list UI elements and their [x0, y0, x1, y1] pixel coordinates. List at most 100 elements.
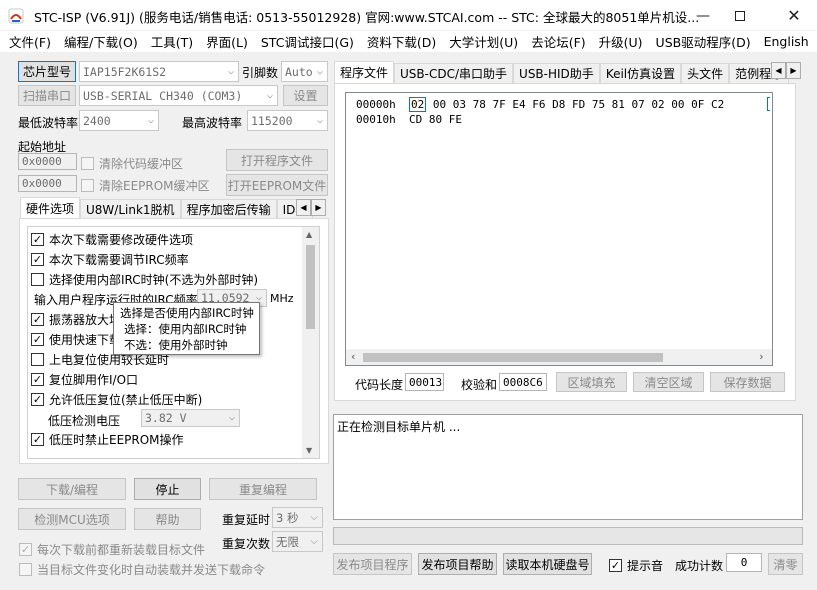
- fill-area-button[interactable]: 区域填充: [556, 372, 627, 392]
- tab-keil-sim[interactable]: Keil仿真设置: [599, 63, 682, 83]
- stop-button[interactable]: 停止: [134, 478, 201, 500]
- code-start-address-field[interactable]: 0x0000: [18, 153, 77, 170]
- clear-eeprom-buffer-checkbox[interactable]: 清除EEPROM缓冲区: [81, 177, 210, 194]
- option-internal-irc[interactable]: 选择使用内部IRC时钟(不选为外部时钟): [31, 271, 258, 288]
- low-voltage-select[interactable]: 3.82 V ⌵: [141, 409, 240, 427]
- progress-bar: [333, 527, 803, 545]
- reload-before-download-label: 每次下载前都重新装载目标文件: [37, 543, 206, 557]
- option-low-voltage-reset[interactable]: 允许低压复位(禁止低压中断): [31, 391, 202, 408]
- hex-horizontal-scrollbar[interactable]: ‹ ›: [346, 349, 772, 365]
- clear-count-button[interactable]: 清零: [768, 553, 803, 575]
- open-eeprom-file-button[interactable]: 打开EEPROM文件: [226, 174, 328, 196]
- com-port-select[interactable]: USB-SERIAL CH340 (COM3) ⌵: [79, 85, 278, 106]
- publish-help-button[interactable]: 发布项目帮助: [418, 553, 497, 575]
- menu-file[interactable]: 文件(F): [9, 32, 51, 51]
- tooltip-line-1: 选择是否使用内部IRC时钟: [120, 306, 254, 320]
- hex-row-0: 00000h 02 00 03 78 7F E4 F6 D8 FD 75 81 …: [356, 97, 724, 112]
- sound-prompt-checkbox[interactable]: 提示音: [609, 557, 663, 574]
- tab-scroll-right-button[interactable]: ▶: [311, 199, 326, 216]
- chip-model-select[interactable]: IAP15F2K61S2 ⌵: [79, 61, 239, 82]
- scroll-down-icon: ▼: [306, 446, 313, 455]
- max-baud-value: 115200: [251, 113, 293, 128]
- option-lv-disable-eeprom[interactable]: 低压时禁止EEPROM操作: [31, 431, 184, 448]
- option-label: 本次下载需要修改硬件选项: [49, 233, 194, 247]
- pins-value: Auto: [285, 64, 313, 79]
- pins-select[interactable]: Auto ⌵: [281, 61, 328, 82]
- clear-code-buffer-checkbox[interactable]: 清除代码缓冲区: [81, 155, 183, 172]
- chevron-down-icon: ⌵: [147, 114, 154, 126]
- repeat-program-button[interactable]: 重复编程: [209, 478, 317, 500]
- read-disk-id-button[interactable]: 读取本机硬盘号: [503, 553, 592, 575]
- options-scrollbar[interactable]: ▲ ▼: [302, 227, 319, 458]
- min-baud-select[interactable]: 2400 ⌵: [79, 110, 159, 131]
- checkbox-box: [31, 253, 44, 266]
- menu-upgrade[interactable]: 升级(U): [599, 32, 643, 51]
- reload-before-download-checkbox[interactable]: 每次下载前都重新装载目标文件: [19, 541, 205, 558]
- eeprom-start-address-field[interactable]: 0x0000: [18, 175, 77, 192]
- status-log[interactable]: 正在检测目标单片机 ...: [333, 414, 803, 520]
- triangle-right-icon: ▶: [315, 203, 322, 212]
- checkbox-box: [81, 179, 94, 192]
- max-baud-select[interactable]: 115200 ⌵: [247, 110, 328, 131]
- close-button[interactable]: ✕: [771, 0, 817, 31]
- chevron-down-icon: ⌵: [310, 535, 318, 547]
- checkbox-box: [19, 563, 32, 576]
- open-program-file-button[interactable]: 打开程序文件: [226, 149, 328, 171]
- option-adjust-irc[interactable]: 本次下载需要调节IRC频率: [31, 251, 189, 268]
- auto-reload-send-label: 当目标文件变化时自动装载并发送下载命令: [37, 563, 266, 577]
- triangle-right-icon: ▶: [790, 66, 797, 75]
- option-reset-pin-io[interactable]: 复位脚用作I/O口: [31, 371, 138, 388]
- help-button[interactable]: 帮助: [134, 508, 201, 530]
- option-label: 本次下载需要调节IRC频率: [49, 253, 189, 267]
- menu-program-download[interactable]: 编程/下载(O): [64, 32, 138, 51]
- scrollbar-thumb[interactable]: [306, 245, 315, 329]
- repeat-count-value: 无限: [276, 534, 299, 549]
- hex-editor[interactable]: 00000h 02 00 03 78 7F E4 F6 D8 FD 75 81 …: [345, 92, 773, 366]
- repeat-count-label: 重复次数: [222, 537, 271, 551]
- download-program-button[interactable]: 下载/编程: [18, 478, 126, 500]
- scroll-right-icon: ›: [758, 350, 765, 363]
- detect-mcu-options-button[interactable]: 检测MCU选项: [18, 508, 126, 530]
- settings-button[interactable]: 设置: [283, 85, 328, 106]
- triangle-left-icon: ◀: [775, 66, 782, 75]
- option-modify-hardware[interactable]: 本次下载需要修改硬件选项: [31, 231, 193, 248]
- checkbox-box: [31, 333, 44, 346]
- right-tab-scroll-right-button[interactable]: ▶: [786, 62, 801, 79]
- tab-usb-hid[interactable]: USB-HID助手: [513, 63, 600, 83]
- tab-scroll-left-button[interactable]: ◀: [296, 199, 311, 216]
- hex-scrollbar-thumb[interactable]: [363, 353, 663, 362]
- tab-scroll: ◀ ▶: [296, 199, 326, 216]
- hex-bytes: CD 80 FE: [409, 113, 462, 126]
- menu-interface[interactable]: 界面(L): [206, 32, 248, 51]
- tab-u8w-offline[interactable]: U8W/Link1脱机: [80, 199, 181, 219]
- right-tab-scroll-left-button[interactable]: ◀: [771, 62, 786, 79]
- maximize-button[interactable]: [717, 0, 763, 31]
- menu-forum[interactable]: 去论坛(F): [531, 32, 585, 51]
- success-count-field: 0: [726, 553, 762, 572]
- menu-university[interactable]: 大学计划(U): [449, 32, 518, 51]
- tab-encrypted-transfer[interactable]: 程序加密后传输: [180, 199, 277, 219]
- repeat-count-select[interactable]: 无限 ⌵: [272, 531, 323, 552]
- chip-model-button[interactable]: 芯片型号: [18, 61, 76, 82]
- checkbox-box: [31, 433, 44, 446]
- status-log-text: 正在检测目标单片机 ...: [337, 420, 461, 434]
- repeat-delay-select[interactable]: 3 秒 ⌵: [272, 507, 323, 528]
- menu-tools[interactable]: 工具(T): [151, 32, 193, 51]
- scan-port-button[interactable]: 扫描串口: [18, 85, 76, 106]
- menu-usb-driver[interactable]: USB驱动程序(D): [656, 32, 751, 51]
- menu-downloads[interactable]: 资料下载(D): [367, 32, 436, 51]
- auto-reload-send-checkbox[interactable]: 当目标文件变化时自动装载并发送下载命令: [19, 561, 265, 578]
- chevron-down-icon: ⌵: [316, 65, 323, 77]
- save-data-button[interactable]: 保存数据: [710, 372, 785, 392]
- menu-english[interactable]: English: [764, 34, 809, 49]
- hex-cursor-byte[interactable]: 02: [409, 97, 427, 112]
- clear-area-button[interactable]: 清空区域: [633, 372, 704, 392]
- tab-hardware-options[interactable]: 硬件选项: [20, 197, 81, 219]
- publish-project-button[interactable]: 发布项目程序: [333, 553, 412, 575]
- minimize-icon: —: [696, 7, 710, 24]
- tab-header-files[interactable]: 头文件: [681, 63, 730, 83]
- tab-program-file[interactable]: 程序文件: [334, 61, 395, 83]
- menu-stc-debug[interactable]: STC调试接口(G): [261, 32, 354, 51]
- stc-app-icon: [8, 8, 24, 24]
- tab-usb-cdc-serial[interactable]: USB-CDC/串口助手: [394, 63, 514, 83]
